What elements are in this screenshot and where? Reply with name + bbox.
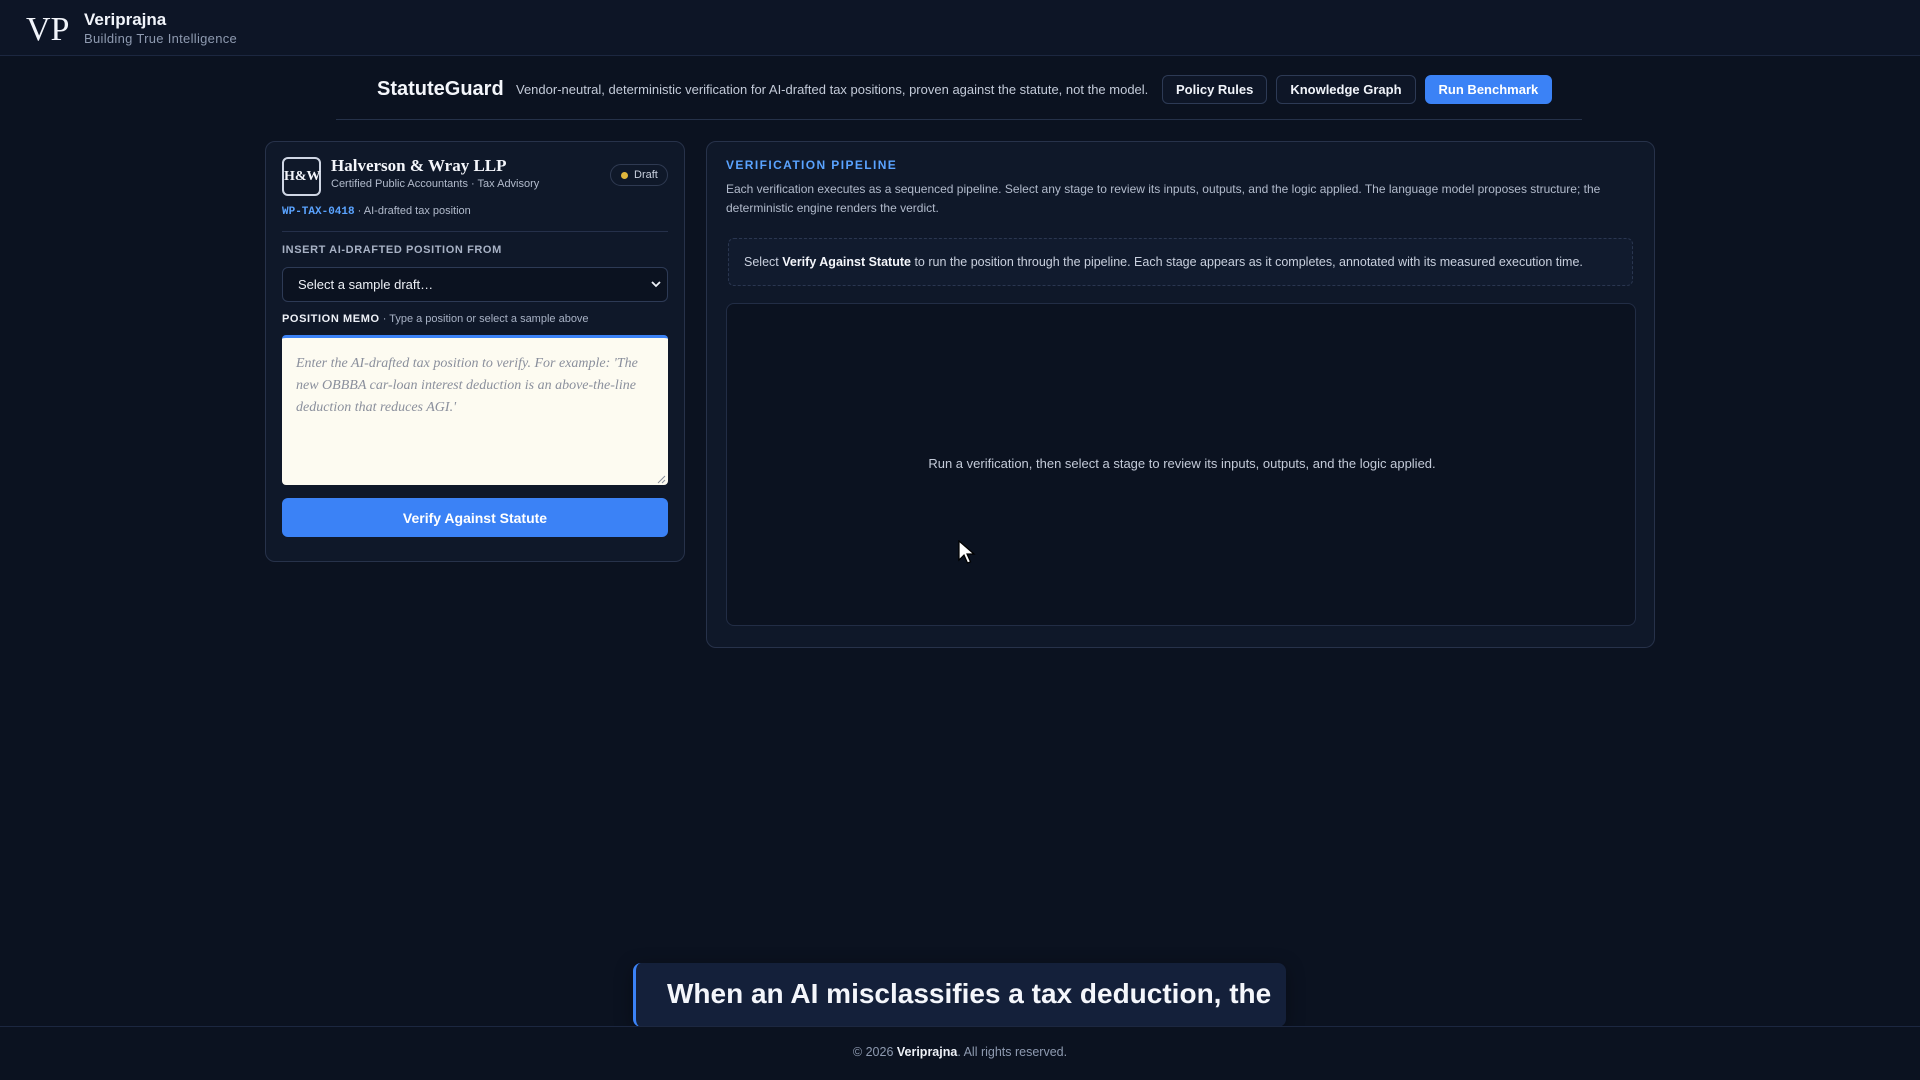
reference-description: · AI-drafted tax position: [354, 205, 471, 217]
position-memo-textarea[interactable]: Enter the AI-drafted tax position to ver…: [282, 335, 668, 485]
brand-text: Veriprajna Building True Intelligence: [84, 10, 237, 47]
position-memo-placeholder: Enter the AI-drafted tax position to ver…: [296, 356, 638, 415]
hint-suffix: to run the position through the pipeline…: [910, 255, 1583, 269]
verification-pipeline-panel: VERIFICATION PIPELINE Each verification …: [706, 141, 1655, 648]
hint-action-name: Verify Against Statute: [782, 255, 911, 269]
divider: [282, 231, 668, 232]
app-title: StatuteGuard: [377, 78, 504, 100]
reference-code: WP-TAX-0418: [282, 206, 355, 218]
copyright-brand: Veriprajna: [896, 1045, 958, 1059]
firm-description: Certified Public Accountants · Tax Advis…: [331, 178, 540, 190]
header-actions: Policy Rules Knowledge Graph Run Benchma…: [1162, 75, 1553, 104]
svg-text:VP: VP: [26, 11, 69, 47]
status-badge: Draft: [610, 164, 668, 186]
insert-from-label: INSERT AI-DRAFTED POSITION FROM: [282, 244, 502, 256]
pipeline-description: Each verification executes as a sequence…: [726, 182, 1601, 215]
position-memo-hint: · Type a position or select a sample abo…: [379, 313, 589, 325]
video-caption: When an AI misclassifies a tax deduction…: [633, 963, 1286, 1027]
policy-rules-button[interactable]: Policy Rules: [1162, 75, 1268, 104]
status-dot-icon: [621, 171, 628, 179]
veriprajna-logo-icon: VP: [26, 11, 69, 47]
chevron-down-icon: [651, 281, 661, 288]
position-input-panel: H&W Halverson & Wray LLP Certified Publi…: [265, 141, 685, 562]
stage-detail-area: Run a verification, then select a stage …: [726, 303, 1636, 626]
stage-empty-state: Run a verification, then select a stage …: [928, 456, 1436, 471]
mouse-cursor-icon: [958, 540, 976, 564]
firm-logo: H&W: [282, 157, 321, 196]
copyright-suffix: . All rights reserved.: [957, 1045, 1068, 1059]
brand-tagline: Building True Intelligence: [84, 31, 238, 46]
resize-handle-icon[interactable]: [657, 475, 666, 484]
pipeline-hint: Select Verify Against Statute to run the…: [728, 238, 1633, 286]
sample-draft-select[interactable]: Select a sample draft…: [282, 267, 668, 302]
verify-against-statute-button[interactable]: Verify Against Statute: [282, 498, 668, 537]
hint-prefix: Select: [744, 255, 783, 269]
brand[interactable]: VP Veriprajna Building True Intelligence: [26, 9, 237, 47]
top-brand-bar: VP Veriprajna Building True Intelligence: [0, 0, 1920, 56]
run-benchmark-button[interactable]: Run Benchmark: [1424, 75, 1553, 104]
firm-name: Halverson & Wray LLP: [331, 156, 507, 175]
pipeline-title: VERIFICATION PIPELINE: [726, 158, 898, 172]
copyright-prefix: © 2026: [852, 1045, 897, 1059]
brand-name: Veriprajna: [84, 10, 167, 29]
sample-draft-select-value: Select a sample draft…: [298, 277, 434, 292]
position-memo-title: POSITION MEMO: [282, 313, 380, 325]
app-header: StatuteGuard Vendor-neutral, determinist…: [336, 70, 1582, 120]
copyright: © 2026 Veriprajna. All rights reserved.: [0, 1045, 1920, 1059]
status-badge-label: Draft: [634, 169, 658, 181]
app-subtitle: Vendor-neutral, deterministic verificati…: [516, 82, 1149, 97]
footer: © 2026 Veriprajna. All rights reserved.: [0, 1026, 1920, 1080]
knowledge-graph-button[interactable]: Knowledge Graph: [1276, 75, 1416, 104]
position-memo-label: POSITION MEMO · Type a position or selec…: [282, 313, 589, 325]
reference-line: WP-TAX-0418 · AI-drafted tax position: [282, 205, 471, 218]
